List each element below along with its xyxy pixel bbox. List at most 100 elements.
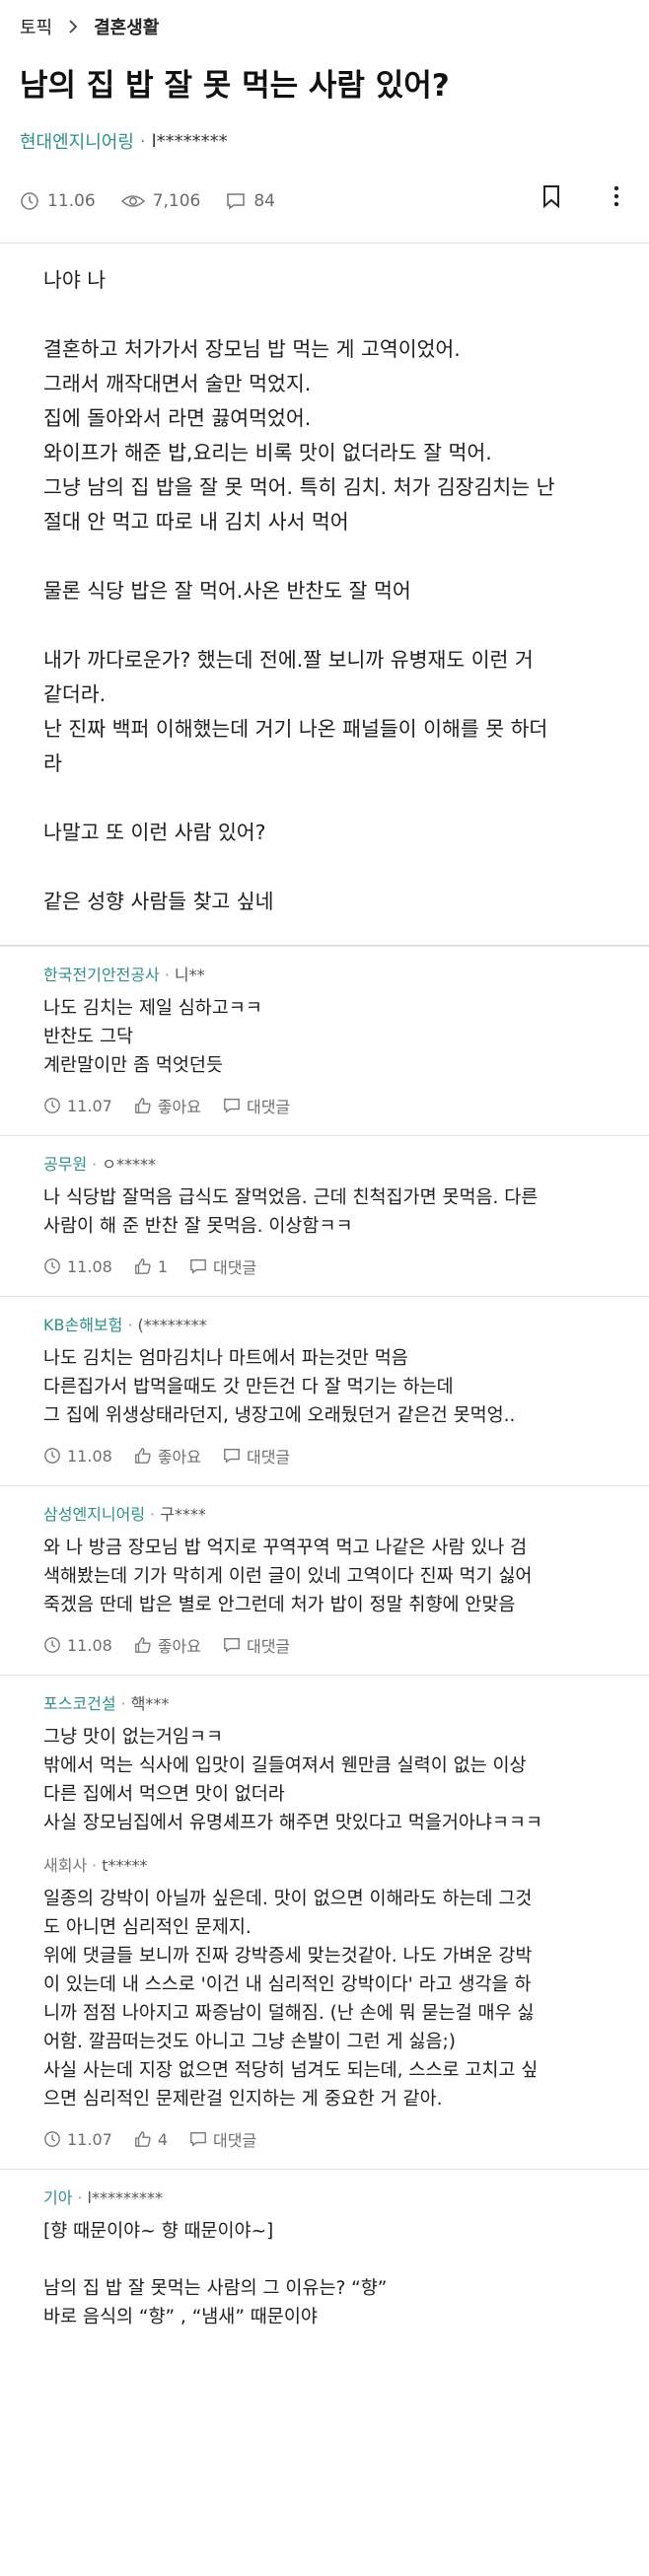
like-button[interactable]: 좋아요 — [134, 1633, 201, 1657]
post-meta: 11.06 7,106 84 — [0, 154, 649, 219]
comment-reply: 새회사 · t***** 일종의 강박이 아닐까 싶은데. 맛이 없으면 이해라도 하… — [43, 1837, 606, 2153]
comment-meta: 11.08 좋아요 대댓글 — [43, 1442, 606, 1469]
comment-company: 삼성엔지니어링 — [43, 1505, 146, 1524]
comment-item: 포스코건설 · 핵*** 그냥 맛이 없는거임ㅋㅋ 밖에서 먹는 식사에 입맛이 길들여… — [0, 1675, 649, 2169]
author-company: 현대엔지니어링 — [20, 132, 134, 153]
post-body-line: 절대 안 먹고 따로 내 김치 사서 먹어 — [43, 510, 349, 534]
comment-date: 11.07 — [43, 2130, 112, 2149]
comment-separator: · — [77, 2188, 83, 2207]
post-body-line: 같더라. — [43, 682, 107, 706]
comment-nickname: l********* — [87, 2188, 163, 2207]
reply-label: 대댓글 — [246, 1448, 291, 1467]
comment-line: 일종의 강박이 아닐까 싶은데. 맛이 없으면 이해라도 하는데 그것 — [43, 1889, 533, 1909]
reply-button[interactable]: 대댓글 — [223, 1444, 290, 1467]
post-body-line: 그래서 깨작대면서 술만 먹었지. — [43, 372, 312, 395]
comment-item: 공무원 · ㅇ***** 나 식당밥 잘먹음 급식도 잘먹었음. 근데 친척집가면 못… — [0, 1135, 649, 1296]
comment-author[interactable]: 한국전기안전공사 · 니** — [43, 965, 606, 986]
reply-button[interactable]: 대댓글 — [189, 1254, 256, 1278]
post-body-line: 라 — [43, 751, 62, 775]
comment-separator: · — [127, 1316, 133, 1334]
like-button[interactable]: 4 — [134, 2130, 168, 2149]
comment-date-text: 11.07 — [67, 1096, 112, 1115]
author-separator: · — [139, 130, 146, 152]
breadcrumb-board[interactable]: 결혼생활 — [94, 14, 159, 39]
thumbs-up-icon — [134, 2131, 151, 2147]
comment-date: 11.08 — [43, 1257, 112, 1276]
post-body-line: 난 진짜 백퍼 이해했는데 거기 나온 패널들이 이해를 못 하더 — [43, 717, 548, 741]
more-button[interactable] — [604, 183, 629, 209]
clock-icon — [21, 192, 38, 210]
author-nickname: l******** — [151, 130, 228, 152]
like-button[interactable]: 좋아요 — [134, 1444, 201, 1467]
comment-body: 나 식당밥 잘먹음 급식도 잘먹었음. 근데 친척집가면 못먹음. 다른 사람이 … — [43, 1183, 606, 1241]
post-body: 나야 나 결혼하고 처가가서 장모님 밥 먹는 게 고역이었어. 그래서 깨작대면서… — [0, 244, 649, 945]
thumbs-up-icon — [134, 1258, 151, 1274]
comment-nickname: 니** — [174, 966, 205, 984]
comment-icon — [227, 193, 246, 210]
comment-meta: 11.07 좋아요 대댓글 — [43, 1092, 606, 1119]
reply-label: 대댓글 — [213, 1258, 257, 1277]
comment-list: 한국전기안전공사 · 니** 나도 김치는 제일 심하고ㅋㅋ 반찬도 그닥 계란말이만 좀… — [0, 946, 649, 2347]
comment-date-text: 11.08 — [67, 1635, 112, 1655]
comment-date: 11.07 — [43, 1097, 112, 1115]
comment-line: 이 있는데 내 스스로 '이건 내 심리적인 강박이다' 라고 생각을 하 — [43, 1974, 532, 1995]
comment-body: 와 나 방금 장모님 밥 억지로 꾸역꾸역 먹고 나같은 사람 있나 검 색해봤는… — [43, 1534, 606, 1619]
like-button[interactable]: 좋아요 — [134, 1094, 201, 1117]
comment-meta: 11.08 좋아요 대댓글 — [43, 1631, 606, 1659]
comment-date: 11.08 — [43, 1447, 112, 1466]
post-body-line: 같은 성향 사람들 찾고 싶네 — [43, 890, 274, 913]
reply-button[interactable]: 대댓글 — [223, 1094, 290, 1117]
bookmark-button[interactable] — [539, 183, 564, 209]
thumbs-up-icon — [134, 1448, 151, 1464]
comment-company: 포스코건설 — [43, 1694, 116, 1713]
comment-author[interactable]: KB손해보험 · (******** — [43, 1315, 606, 1336]
comment-line: 으면 심리적인 문제란걸 인지하는 게 중요한 거 같아. — [43, 2089, 443, 2110]
like-count: 좋아요 — [157, 1098, 201, 1116]
comment-author[interactable]: 삼성엔지니어링 · 구**** — [43, 1504, 606, 1526]
comment-body: 그냥 맛이 없는거임ㅋㅋ 밖에서 먹는 식사에 입맛이 길들여져서 웬만큼 실력이… — [43, 1723, 606, 1837]
comment-date-text: 11.08 — [67, 1256, 112, 1276]
comment-icon — [224, 1638, 240, 1653]
comment-separator: · — [164, 966, 170, 984]
comment-line: 어함. 깔끔떠는것도 아니고 그냥 손발이 그런 게 싫음;) — [43, 2032, 456, 2052]
comment-line: 나도 김치는 제일 심하고ㅋㅋ — [43, 998, 262, 1019]
comment-separator: · — [150, 1505, 156, 1524]
post-body-line: 그냥 남의 집 밥을 잘 못 먹어. 특히 김치. 처가 김장김치는 난 — [43, 475, 555, 499]
comment-body: [향 때문이야~ 향 때문이야~] 남의 집 밥 잘 못먹는 사람의 그 이유는?… — [43, 2217, 606, 2331]
like-count: 1 — [157, 1256, 168, 1276]
like-button[interactable]: 1 — [134, 1257, 168, 1276]
comment-nickname: t***** — [102, 1856, 148, 1875]
comment-line: 사람이 해 준 반찬 잘 못먹음. 이상함ㅋㅋ — [43, 1216, 353, 1237]
comment-separator: · — [120, 1694, 126, 1713]
comment-body: 나도 김치는 제일 심하고ㅋㅋ 반찬도 그닥 계란말이만 좀 먹엇던듯 — [43, 994, 606, 1080]
reply-button[interactable]: 대댓글 — [189, 2127, 256, 2151]
reply-label: 대댓글 — [213, 2131, 257, 2150]
chevron-right-icon — [69, 20, 78, 34]
post-author[interactable]: 현대엔지니어링 · l******** — [0, 118, 649, 154]
comment-line: 도 아니면 심리적인 문제지. — [43, 1917, 252, 1938]
comment-item: 한국전기안전공사 · 니** 나도 김치는 제일 심하고ㅋㅋ 반찬도 그닥 계란말이만 좀… — [0, 946, 649, 1135]
comment-icon — [224, 1099, 240, 1113]
comment-author[interactable]: 새회사 · t***** — [43, 1855, 606, 1877]
comment-line: 다른 집에서 먹으면 맛이 없더라 — [43, 1784, 285, 1805]
reply-label: 대댓글 — [246, 1637, 291, 1656]
comment-author[interactable]: 포스코건설 · 핵*** — [43, 1693, 606, 1715]
post-comment-count-text: 84 — [253, 191, 275, 211]
reply-button[interactable]: 대댓글 — [223, 1633, 290, 1657]
clock-icon — [44, 1448, 60, 1464]
like-count: 좋아요 — [157, 1448, 201, 1467]
clock-icon — [44, 1098, 60, 1113]
breadcrumb-topic[interactable]: 토픽 — [20, 14, 52, 39]
post-body-line: 나야 나 — [43, 268, 107, 292]
comment-nickname: 구**** — [160, 1505, 206, 1524]
comment-author[interactable]: 기아 · l********* — [43, 2187, 606, 2209]
reply-label: 대댓글 — [246, 1098, 291, 1116]
breadcrumb: 토픽 결혼생활 — [0, 0, 649, 49]
comment-author[interactable]: 공무원 · ㅇ***** — [43, 1154, 606, 1176]
comment-item: 기아 · l********* [향 때문이야~ 향 때문이야~] 남의 집 밥 잘 못… — [0, 2169, 649, 2347]
comment-separator: · — [92, 1155, 98, 1174]
post-comment-count: 84 — [226, 191, 275, 211]
comment-separator: · — [92, 1856, 98, 1875]
